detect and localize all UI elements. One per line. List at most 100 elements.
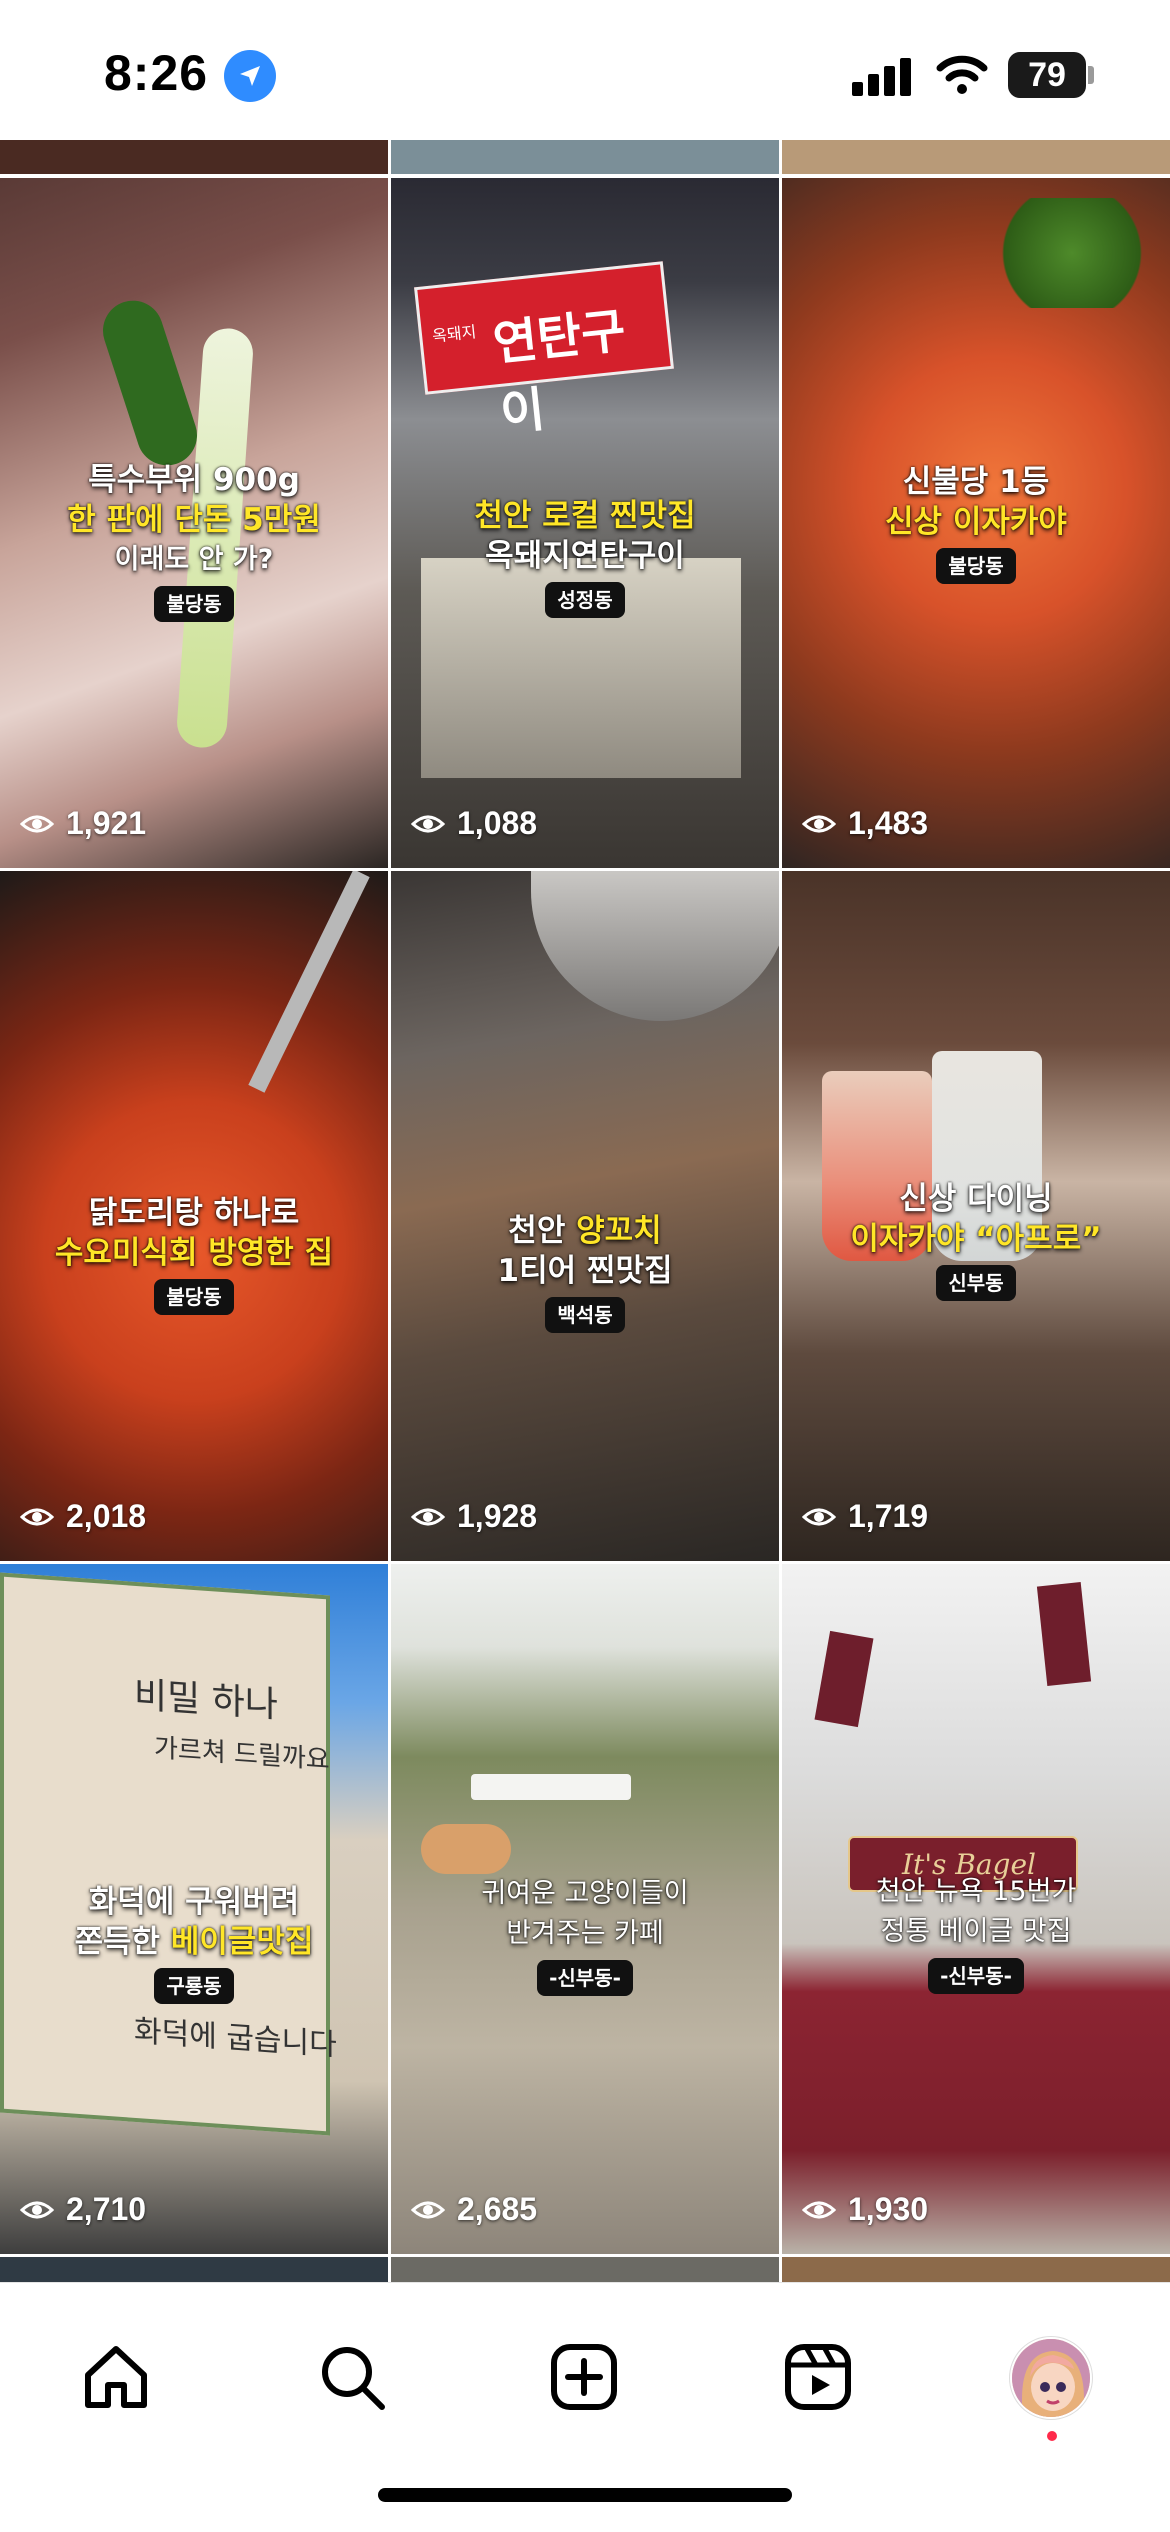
partial-tile[interactable] xyxy=(0,140,388,174)
caption-line: 특수부위 900g xyxy=(88,462,300,498)
reel-caption: 화덕에 구워버려 쫀득한 베이글맛집 구룡동 xyxy=(0,1882,388,2004)
location-tag: 신부동 xyxy=(936,1265,1016,1301)
location-tag: 불당동 xyxy=(154,1279,234,1315)
caption-highlight: 한 판에 단돈 5만원 xyxy=(67,502,321,538)
caption-line: 천안 뉴욕 15번가 xyxy=(875,1876,1077,1907)
reel-caption: 천안 양꼬치 1티어 찐맛집 백석동 xyxy=(391,1211,779,1333)
notification-dot xyxy=(1047,2431,1057,2441)
home-indicator xyxy=(378,2488,792,2502)
caption-line: 신불당 1등 xyxy=(902,464,1050,500)
eye-icon xyxy=(411,2201,445,2218)
caption-line: 옥돼지연탄구이 xyxy=(485,538,685,574)
eye-icon xyxy=(802,2201,836,2218)
caption-highlight: 베이글맛집 xyxy=(170,1924,314,1960)
view-count-value: 2,710 xyxy=(66,2191,147,2227)
reel-thumbnail[interactable]: 비밀 하나 가르쳐 드릴까요 화덕에 굽습니다 화덕에 구워버려 쫀득한 베이글… xyxy=(0,1564,388,2254)
reel-thumbnail[interactable]: 특수부위 900g 한 판에 단돈 5만원 이래도 안 가? 불당동 1,921 xyxy=(0,178,388,868)
partial-tile[interactable] xyxy=(0,2257,388,2282)
reel-thumbnail[interactable]: 신상 다이닝 이자카야 “아프로” 신부동 1,719 xyxy=(782,871,1170,1561)
caption-highlight: 이자카야 “아프로” xyxy=(850,1221,1102,1257)
reel-thumbnail[interactable]: 신불당 1등 신상 이자카야 불당동 1,483 xyxy=(782,178,1170,868)
reel-thumbnail[interactable]: 옥돼지 연탄구이 천안 로컬 찐맛집 옥돼지연탄구이 성정동 1,088 xyxy=(391,178,779,868)
caption-line: 신상 다이닝 xyxy=(899,1181,1053,1217)
caption-highlight: 천안 로컬 찐맛집 xyxy=(474,498,696,534)
view-count-value: 1,930 xyxy=(848,2191,929,2227)
eye-icon xyxy=(20,1508,54,1525)
caption-line: 쫀득한 베이글맛집 xyxy=(0,1922,388,1962)
caption-highlight: 신상 이자카야 xyxy=(885,504,1067,540)
status-bar: 8:26 79 xyxy=(0,0,1170,140)
eye-icon xyxy=(802,815,836,832)
caption-highlight: 수요미식회 방영한 집 xyxy=(54,1235,334,1271)
banner-text: 비밀 하나 xyxy=(134,1674,278,1726)
caption-word: 천안 xyxy=(508,1213,566,1249)
eye-icon xyxy=(411,815,445,832)
location-tag: -신부동- xyxy=(537,1960,633,1996)
reels-icon[interactable] xyxy=(782,2341,854,2413)
location-tag: 구룡동 xyxy=(154,1968,234,2004)
reel-caption: 천안 뉴욕 15번가 정통 베이글 맛집 -신부동- xyxy=(782,1872,1170,1994)
reel-caption: 닭도리탕 하나로 수요미식회 방영한 집 불당동 xyxy=(0,1193,388,1315)
wifi-icon xyxy=(936,55,988,94)
scallion-image xyxy=(992,198,1152,308)
view-count-value: 1,483 xyxy=(848,805,929,841)
caption-line: 천안 양꼬치 xyxy=(391,1211,779,1251)
view-count: 2,018 xyxy=(20,1498,146,1535)
sign-small-text: 옥돼지 xyxy=(431,322,478,346)
view-count: 1,483 xyxy=(802,805,928,842)
reel-thumbnail[interactable]: 천안 양꼬치 1티어 찐맛집 백석동 1,928 xyxy=(391,871,779,1561)
caption-line: 1티어 찐맛집 xyxy=(497,1253,673,1289)
avatar-illustration xyxy=(1012,2339,1090,2417)
reel-thumbnail[interactable]: It's Bagel 천안 뉴욕 15번가 정통 베이글 맛집 -신부동- 1,… xyxy=(782,1564,1170,2254)
view-count: 1,928 xyxy=(411,1498,537,1535)
caption-line: 닭도리탕 하나로 xyxy=(88,1195,300,1231)
cellular-signal-icon xyxy=(852,56,914,96)
eye-icon xyxy=(802,1508,836,1525)
profile-avatar[interactable] xyxy=(1010,2337,1092,2419)
sign-text: 연탄구이 xyxy=(490,302,629,442)
caption-line: 화덕에 구워버려 xyxy=(88,1884,300,1920)
location-arrow-icon xyxy=(224,50,276,102)
banner-text: 화덕에 굽습니다 xyxy=(134,2013,337,2064)
banner-image: 비밀 하나 가르쳐 드릴까요 화덕에 굽습니다 xyxy=(0,1572,337,2136)
view-count: 1,719 xyxy=(802,1498,928,1535)
banner-text: 가르쳐 드릴까요 xyxy=(154,1733,330,1776)
reels-grid: 특수부위 900g 한 판에 단돈 5만원 이래도 안 가? 불당동 1,921… xyxy=(0,140,1170,2282)
caption-word: 쫀득한 xyxy=(74,1924,161,1960)
caption-highlight: 양꼬치 xyxy=(576,1213,662,1249)
partial-tile[interactable] xyxy=(391,2257,779,2282)
view-count-value: 1,928 xyxy=(457,1498,538,1534)
caption-line: 정통 베이글 맛집 xyxy=(880,1916,1072,1947)
reel-caption: 신상 다이닝 이자카야 “아프로” 신부동 xyxy=(782,1179,1170,1301)
reel-thumbnail[interactable]: 닭도리탕 하나로 수요미식회 방영한 집 불당동 2,018 xyxy=(0,871,388,1561)
view-count-value: 1,088 xyxy=(457,805,538,841)
reel-caption: 신불당 1등 신상 이자카야 불당동 xyxy=(782,462,1170,584)
view-count: 1,930 xyxy=(802,2191,928,2228)
reel-thumbnail[interactable]: 귀여운 고양이들이 반겨주는 카페 -신부동- 2,685 xyxy=(391,1564,779,2254)
view-count: 2,710 xyxy=(20,2191,146,2228)
partial-tile[interactable] xyxy=(782,2257,1170,2282)
battery-level: 79 xyxy=(1008,52,1086,98)
status-time: 8:26 xyxy=(104,45,209,101)
view-count-value: 2,018 xyxy=(66,1498,147,1534)
reel-caption: 귀여운 고양이들이 반겨주는 카페 -신부동- xyxy=(391,1874,779,1996)
home-icon[interactable] xyxy=(80,2341,152,2413)
create-icon[interactable] xyxy=(548,2341,620,2413)
location-tag: 불당동 xyxy=(154,586,234,622)
caption-line: 귀여운 고양이들이 xyxy=(481,1878,689,1909)
view-count: 1,921 xyxy=(20,805,146,842)
search-icon[interactable] xyxy=(316,2341,388,2413)
caption-line: 반겨주는 카페 xyxy=(506,1918,664,1949)
view-count-value: 2,685 xyxy=(457,2191,538,2227)
table-image xyxy=(471,1774,631,1800)
eye-icon xyxy=(20,2201,54,2218)
partial-tile[interactable] xyxy=(782,140,1170,174)
reel-caption: 천안 로컬 찐맛집 옥돼지연탄구이 성정동 xyxy=(391,496,779,618)
reel-caption: 특수부위 900g 한 판에 단돈 5만원 이래도 안 가? 불당동 xyxy=(0,460,388,622)
view-count: 1,088 xyxy=(411,805,537,842)
location-tag: -신부동- xyxy=(928,1958,1024,1994)
view-count-value: 1,921 xyxy=(66,805,147,841)
location-tag: 백석동 xyxy=(545,1297,625,1333)
partial-tile[interactable] xyxy=(391,140,779,174)
caption-line: 이래도 안 가? xyxy=(114,544,274,575)
